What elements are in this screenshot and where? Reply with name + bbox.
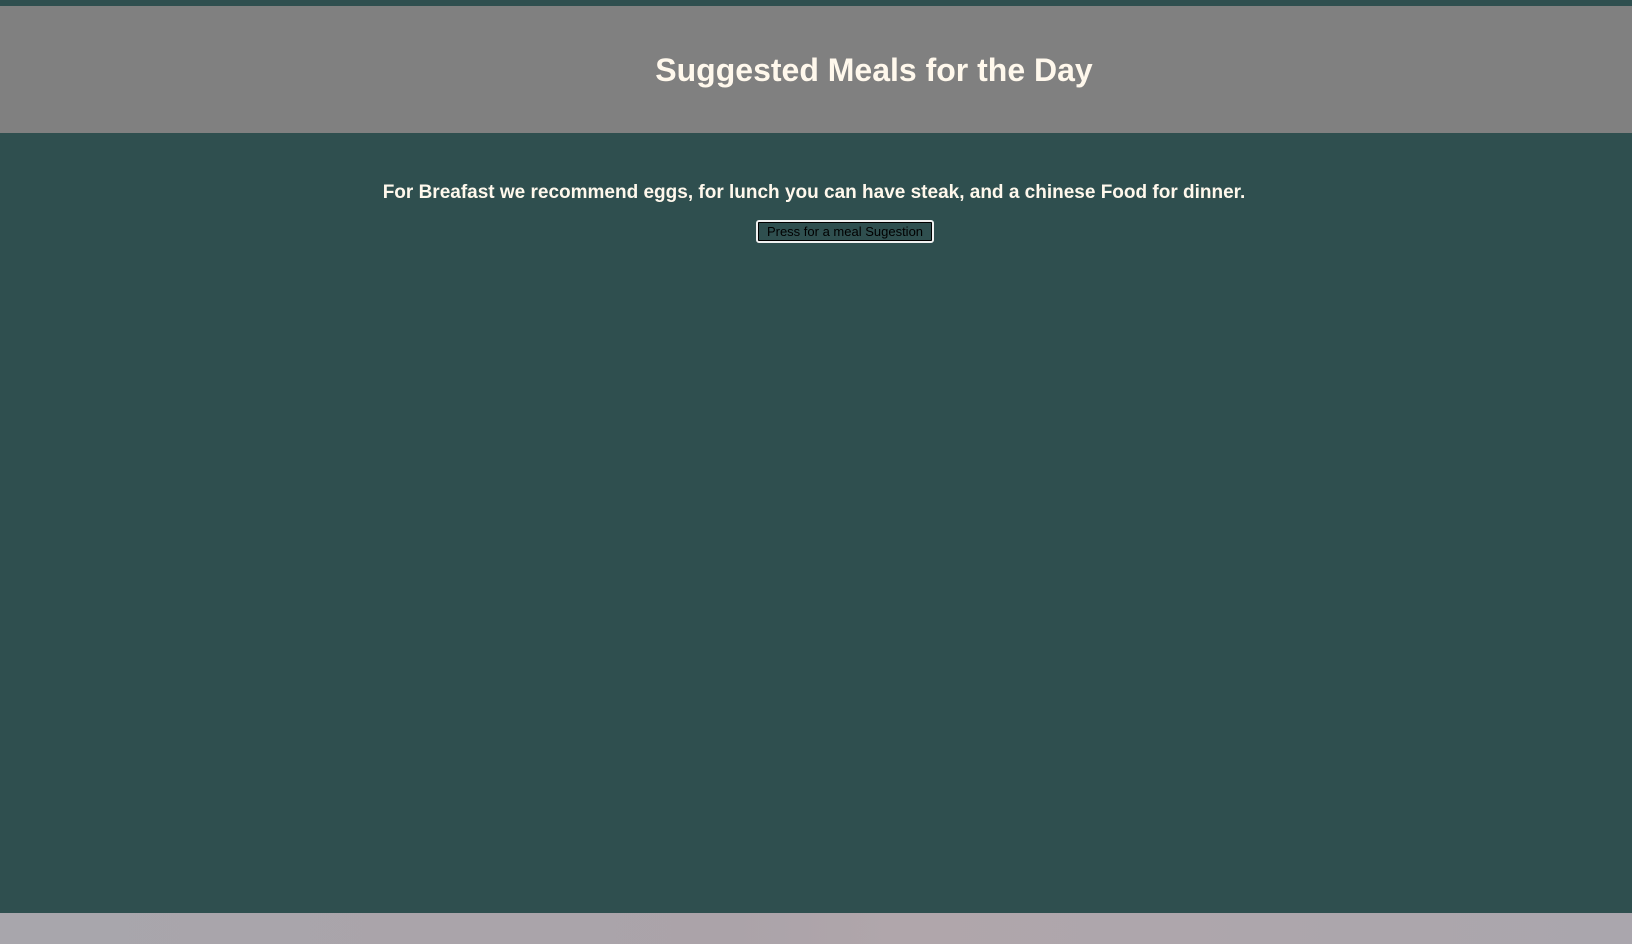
- main-content: For Breafast we recommend eggs, for lunc…: [0, 133, 1632, 913]
- meal-recommendation-text: For Breafast we recommend eggs, for lunc…: [382, 182, 1246, 203]
- page-title: Suggested Meals for the Day: [655, 52, 1093, 88]
- footer-strip: [0, 913, 1632, 944]
- meal-suggestion-button[interactable]: Press for a meal Sugestion: [756, 220, 934, 243]
- header: Suggested Meals for the Day: [0, 6, 1632, 133]
- page: { "header": { "title": "Suggested Meals …: [0, 0, 1632, 944]
